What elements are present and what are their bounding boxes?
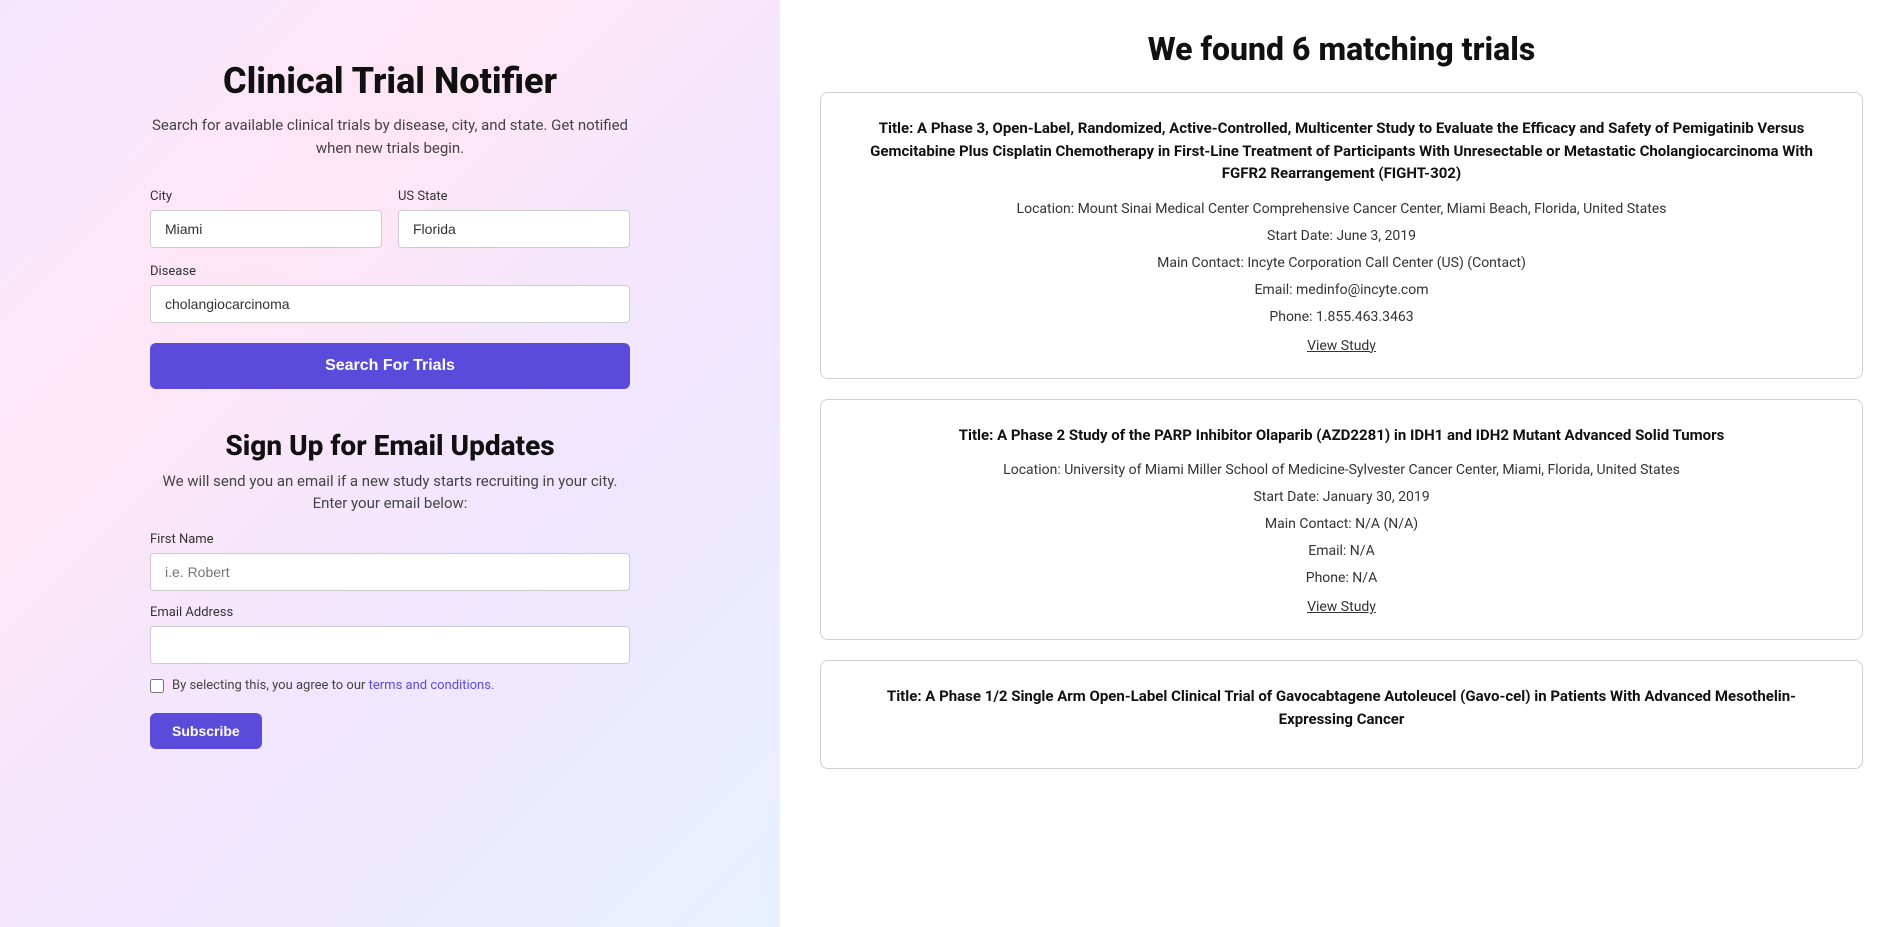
trial-location: Location: University of Miami Miller Sch… [851, 460, 1832, 481]
view-study-link[interactable]: View Study [851, 599, 1832, 615]
trial-start-date: Start Date: June 3, 2019 [851, 226, 1832, 247]
trial-email: Email: N/A [851, 541, 1832, 562]
city-group: City [150, 189, 382, 248]
trial-card: Title: A Phase 2 Study of the PARP Inhib… [820, 399, 1863, 641]
city-label: City [150, 189, 382, 204]
firstname-input[interactable] [150, 553, 630, 591]
disease-group: Disease [150, 264, 630, 323]
disease-label: Disease [150, 264, 630, 279]
city-input[interactable] [150, 210, 382, 248]
city-state-row: City US State [150, 189, 630, 248]
terms-link[interactable]: terms and conditions. [369, 678, 495, 693]
trial-contact: Main Contact: N/A (N/A) [851, 514, 1832, 535]
terms-checkbox[interactable] [150, 679, 164, 693]
trial-start-date: Start Date: January 30, 2019 [851, 487, 1832, 508]
search-button[interactable]: Search For Trials [150, 343, 630, 389]
state-input[interactable] [398, 210, 630, 248]
email-group: Email Address [150, 605, 630, 664]
trial-phone: Phone: 1.855.463.3463 [851, 307, 1832, 328]
terms-label: By selecting this, you agree to our term… [172, 678, 494, 693]
disease-input[interactable] [150, 285, 630, 323]
trial-location: Location: Mount Sinai Medical Center Com… [851, 199, 1832, 220]
trial-contact: Main Contact: Incyte Corporation Call Ce… [851, 253, 1832, 274]
trial-phone: Phone: N/A [851, 568, 1832, 589]
firstname-group: First Name [150, 532, 630, 591]
signup-subtitle: We will send you an email if a new study… [150, 472, 630, 490]
email-input[interactable] [150, 626, 630, 664]
right-panel: We found 6 matching trials Title: A Phas… [780, 0, 1903, 927]
signup-subtitle2: Enter your email below: [150, 494, 630, 512]
view-study-link[interactable]: View Study [851, 338, 1832, 354]
trial-card: Title: A Phase 3, Open-Label, Randomized… [820, 92, 1863, 379]
terms-row: By selecting this, you agree to our term… [150, 678, 630, 693]
left-panel: Clinical Trial Notifier Search for avail… [0, 0, 780, 927]
trial-email: Email: medinfo@incyte.com [851, 280, 1832, 301]
state-label: US State [398, 189, 630, 204]
trial-title: Title: A Phase 3, Open-Label, Randomized… [851, 117, 1832, 185]
app-title: Clinical Trial Notifier [223, 60, 557, 102]
signup-title: Sign Up for Email Updates [150, 429, 630, 462]
email-label: Email Address [150, 605, 630, 620]
trial-title: Title: A Phase 2 Study of the PARP Inhib… [851, 424, 1832, 447]
trial-card: Title: A Phase 1/2 Single Arm Open-Label… [820, 660, 1863, 769]
results-title: We found 6 matching trials [820, 30, 1863, 68]
search-section: City US State Disease Search For Trials [150, 189, 630, 429]
trial-title: Title: A Phase 1/2 Single Arm Open-Label… [851, 685, 1832, 730]
firstname-label: First Name [150, 532, 630, 547]
state-group: US State [398, 189, 630, 248]
signup-section: Sign Up for Email Updates We will send y… [150, 429, 630, 749]
app-subtitle: Search for available clinical trials by … [140, 114, 640, 159]
disease-row: Disease [150, 264, 630, 323]
subscribe-button[interactable]: Subscribe [150, 713, 262, 749]
